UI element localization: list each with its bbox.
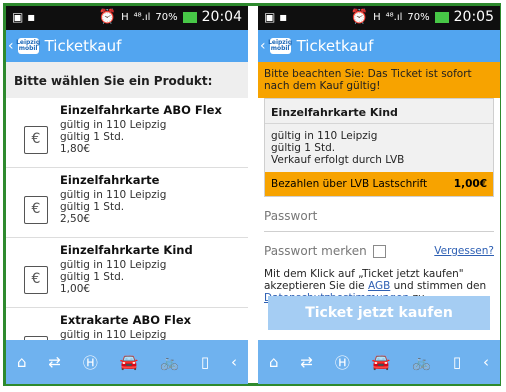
clock: 20:04	[201, 9, 242, 25]
screenshot-frame: ▣ ▪ ⏰ H ⁴⁸.ıl 70% 20:04 ‹ Leipzig mobil …	[0, 0, 506, 392]
payment-row[interactable]: Bezahlen über LVB Lastschrift 1,00€	[265, 172, 493, 196]
remember-password-row: Passwort merken Vergessen?	[264, 244, 494, 258]
ticket-summary: Einzelfahrkarte Kind gültig in 110 Leipz…	[264, 98, 494, 197]
forgot-password-link[interactable]: Vergessen?	[434, 245, 494, 257]
battery-icon	[182, 11, 197, 23]
section-title: Bitte wählen Sie ein Produkt:	[6, 62, 248, 98]
ticket-icon[interactable]: ▯	[201, 353, 209, 371]
stop-icon[interactable]: Ⓗ	[335, 352, 350, 373]
h-icon: H	[373, 11, 381, 23]
app-bar: ‹ Leipzig mobil Ticketkauf	[258, 30, 500, 62]
product-item[interactable]: € Einzelfahrkarte ABO Flex gültig in 110…	[6, 98, 248, 168]
validity-notice: Bitte beachten Sie: Das Ticket ist sofor…	[258, 62, 500, 98]
app-title: Ticketkauf	[296, 37, 374, 55]
notification-icons: ▣ ▪	[12, 10, 36, 24]
status-bar: ▣ ▪ ⏰ H ⁴⁸.ıl 70% 20:04	[6, 6, 248, 30]
product-validity: gültig 1 Std.	[60, 201, 125, 213]
product-zone: gültig in 110 Leipzig	[60, 119, 167, 131]
remember-checkbox[interactable]	[372, 244, 386, 258]
product-zone: gültig in 110 Leipzig	[60, 259, 167, 271]
product-price: 1,00€	[60, 283, 91, 295]
app-logo[interactable]: Leipzig mobil	[268, 38, 292, 54]
back-icon[interactable]: ‹	[231, 353, 237, 371]
product-name: Einzelfahrkarte	[60, 173, 160, 187]
product-price: 2,50€	[60, 213, 91, 225]
product-validity: gültig 1 Std.	[60, 131, 125, 143]
remember-label: Passwort merken	[264, 244, 367, 258]
home-icon[interactable]: ⌂	[17, 353, 27, 371]
status-bar: ▣ ▪ ⏰ H ⁴⁸.ıl 70% 20:05	[258, 6, 500, 30]
battery-percent: 70%	[155, 11, 178, 23]
map-icon[interactable]: ⇄	[48, 353, 61, 371]
stop-icon[interactable]: Ⓗ	[83, 352, 98, 373]
signal-icon: ⁴⁸.ıl	[385, 11, 403, 23]
phone-left: ▣ ▪ ⏰ H ⁴⁸.ıl 70% 20:04 ‹ Leipzig mobil …	[6, 6, 248, 384]
app-logo[interactable]: Leipzig mobil	[16, 38, 40, 54]
bottom-nav: ⌂ ⇄ Ⓗ 🚘 🚲 ▯ ‹	[6, 340, 248, 384]
product-name: Extrakarte ABO Flex	[60, 313, 192, 327]
bike-icon[interactable]: 🚲	[412, 353, 431, 371]
back-icon[interactable]: ‹	[483, 353, 489, 371]
product-validity: gültig 1 Std.	[60, 271, 125, 283]
alarm-icon: ⏰	[350, 9, 369, 25]
product-price: 1,80€	[60, 143, 91, 155]
ticket-title: Einzelfahrkarte Kind	[265, 99, 493, 124]
signal-icon: ⁴⁸.ıl	[133, 11, 151, 23]
notification-icons: ▣ ▪	[264, 10, 288, 24]
back-chevron-icon[interactable]: ‹	[260, 38, 266, 54]
alarm-icon: ⏰	[98, 9, 117, 25]
ticket-icon[interactable]: ▯	[453, 353, 461, 371]
ticket-icon: €	[24, 196, 48, 224]
product-item[interactable]: € Einzelfahrkarte Kind gültig in 110 Lei…	[6, 238, 248, 308]
product-item[interactable]: € Einzelfahrkarte gültig in 110 Leipzig …	[6, 168, 248, 238]
product-name: Einzelfahrkarte ABO Flex	[60, 103, 222, 117]
ticket-details: gültig in 110 Leipzig gültig 1 Std. Verk…	[271, 130, 405, 166]
bottom-nav: ⌂ ⇄ Ⓗ 🚘 🚲 ▯ ‹	[258, 340, 500, 384]
h-icon: H	[121, 11, 129, 23]
battery-percent: 70%	[407, 11, 430, 23]
product-item[interactable]: € Extrakarte ABO Flex gültig in 110 Leip…	[6, 308, 248, 340]
agb-link[interactable]: AGB	[368, 280, 390, 292]
car-icon[interactable]: 🚘	[120, 353, 139, 371]
clock: 20:05	[453, 9, 494, 25]
buy-ticket-button[interactable]: Ticket jetzt kaufen	[268, 296, 490, 330]
payment-label: Bezahlen über LVB Lastschrift	[271, 178, 428, 190]
back-chevron-icon[interactable]: ‹	[8, 38, 14, 54]
ticket-icon: €	[24, 126, 48, 154]
password-field[interactable]: Passwort	[264, 209, 494, 232]
payment-amount: 1,00€	[453, 178, 487, 190]
map-icon[interactable]: ⇄	[300, 353, 313, 371]
status-right: ⏰ H ⁴⁸.ıl 70% 20:04	[99, 9, 242, 25]
home-icon[interactable]: ⌂	[269, 353, 279, 371]
product-zone: gültig in 110 Leipzig	[60, 329, 167, 340]
product-list-screen: Bitte wählen Sie ein Produkt: € Einzelfa…	[6, 62, 248, 340]
ticket-icon: €	[24, 266, 48, 294]
status-right: ⏰ H ⁴⁸.ıl 70% 20:05	[351, 9, 494, 25]
app-bar: ‹ Leipzig mobil Ticketkauf	[6, 30, 248, 62]
bike-icon[interactable]: 🚲	[160, 353, 179, 371]
product-name: Einzelfahrkarte Kind	[60, 243, 193, 257]
phone-right: ▣ ▪ ⏰ H ⁴⁸.ıl 70% 20:05 ‹ Leipzig mobil …	[258, 6, 500, 384]
product-zone: gültig in 110 Leipzig	[60, 189, 167, 201]
app-title: Ticketkauf	[44, 37, 122, 55]
car-icon[interactable]: 🚘	[372, 353, 391, 371]
battery-icon	[434, 11, 449, 23]
